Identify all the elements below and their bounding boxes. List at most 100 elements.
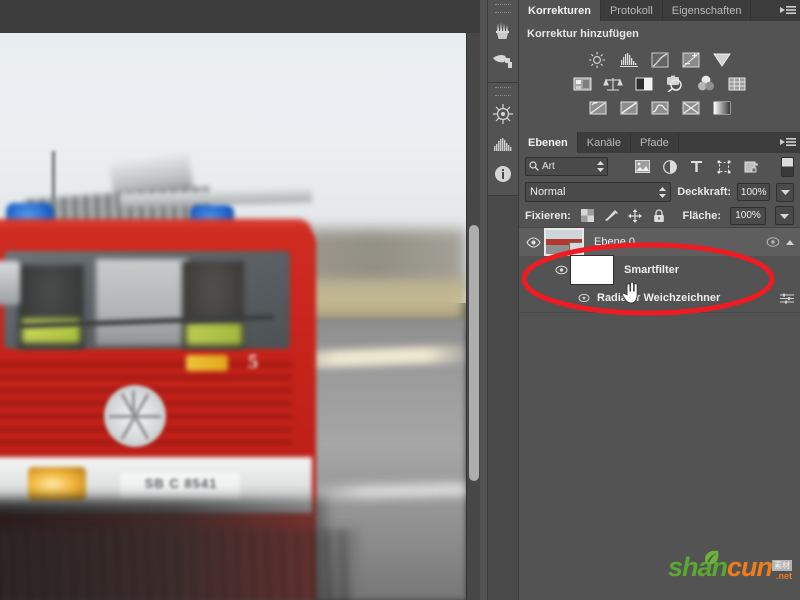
adjustment-row-1: [519, 50, 800, 69]
photoshop-window: 5 SB C 8541 Korrekturen Protokoll Eigens…: [0, 0, 800, 600]
color-balance-icon[interactable]: [602, 74, 624, 93]
gradient-map-icon[interactable]: [711, 98, 733, 117]
lock-all-icon[interactable]: [652, 208, 667, 223]
adjustment-icon-grid: [519, 40, 800, 117]
smartfilter-visibility-eye-icon[interactable]: [553, 262, 570, 278]
dock-grip-2[interactable]: [495, 87, 511, 96]
lock-position-icon[interactable]: [628, 208, 643, 223]
layer-row-radial-blur[interactable]: Radialer Weichzeichner: [519, 284, 800, 312]
document-image[interactable]: 5 SB C 8541: [0, 33, 466, 600]
filter-shape-icon[interactable]: [715, 158, 732, 175]
filter-pixel-icon[interactable]: [634, 158, 651, 175]
tab-eigenschaften[interactable]: Eigenschaften: [662, 0, 752, 21]
image-hiviz-right: [186, 323, 242, 345]
filter-smartobject-icon[interactable]: [742, 158, 759, 175]
image-truck-logo: [186, 355, 228, 371]
layers-panel-tabs[interactable]: Ebenen Kanäle Pfade: [519, 132, 800, 153]
blend-mode-value: Normal: [530, 186, 566, 198]
radial-blur-right-controls: [779, 284, 794, 312]
brightness-contrast-icon[interactable]: [587, 50, 609, 69]
image-truck-number: 5: [248, 351, 258, 373]
tab-ebenen[interactable]: Ebenen: [519, 132, 578, 153]
layers-panel-body: Art Normal Deckkraft: 100% Fixieren: Flä…: [519, 153, 800, 333]
layer-list[interactable]: Ebene 0 Smartfilter Radialer Weichzeichn…: [519, 227, 800, 333]
brush-icon[interactable]: [488, 46, 518, 76]
layer-list-empty-area[interactable]: [519, 312, 800, 333]
layer-visibility-eye-icon[interactable]: [525, 234, 542, 250]
fill-value[interactable]: 100%: [730, 206, 766, 225]
fill-dropdown-button[interactable]: [775, 206, 794, 225]
layers-panel-menu-icon[interactable]: [780, 136, 796, 149]
layer-thumbnail[interactable]: [544, 228, 584, 256]
exposure-icon[interactable]: [680, 50, 702, 69]
opacity-dropdown-button[interactable]: [776, 182, 794, 202]
search-icon: [529, 158, 539, 176]
dock-group-navigator: [488, 83, 518, 196]
filter-enable-toggle[interactable]: [781, 156, 794, 177]
lock-transparency-icon[interactable]: [580, 208, 595, 223]
channel-mixer-icon[interactable]: [695, 74, 717, 93]
adjustment-row-2: [519, 74, 800, 93]
layer-blend-row: Normal Deckkraft: 100%: [519, 180, 800, 204]
curves-icon[interactable]: [649, 50, 671, 69]
layer-lock-row: Fixieren: Fläche: 100%: [519, 204, 800, 227]
vibrance-icon[interactable]: [711, 50, 733, 69]
leaf-icon: [702, 550, 720, 566]
image-truck-headlight: [28, 467, 86, 501]
threshold-icon[interactable]: [649, 98, 671, 117]
watermark-badge: 素材: [772, 560, 792, 571]
lock-image-icon[interactable]: [604, 208, 619, 223]
tab-pfade[interactable]: Pfade: [631, 132, 679, 153]
hue-saturation-icon[interactable]: [571, 74, 593, 93]
tab-korrekturen[interactable]: Korrekturen: [519, 0, 601, 21]
opacity-value[interactable]: 100%: [737, 183, 771, 201]
layer-filter-kind-select[interactable]: Art: [525, 157, 608, 176]
lock-label: Fixieren:: [525, 209, 571, 222]
tab-kanaele-label: Kanäle: [586, 136, 621, 149]
blend-mode-spinner[interactable]: [659, 186, 667, 198]
filter-type-icon[interactable]: [688, 158, 705, 175]
brush-presets-icon[interactable]: [488, 16, 518, 46]
histogram-icon[interactable]: [488, 129, 518, 159]
opacity-label: Deckkraft:: [677, 186, 732, 198]
smart-filter-visibility-icon[interactable]: [765, 235, 780, 249]
photo-filter-icon[interactable]: [664, 74, 686, 93]
layer-filter-kind-spinner[interactable]: [597, 161, 604, 172]
adjustments-panel-tabs[interactable]: Korrekturen Protokoll Eigenschaften: [519, 0, 800, 21]
tab-korrekturen-label: Korrekturen: [528, 4, 591, 17]
image-truck-antenna: [52, 151, 55, 201]
fill-label: Fläche:: [682, 209, 721, 222]
selective-color-icon[interactable]: [680, 98, 702, 117]
dock-grip[interactable]: [495, 4, 511, 13]
blend-mode-select[interactable]: Normal: [525, 182, 672, 202]
posterize-icon[interactable]: [618, 98, 640, 117]
document-top-strip: [0, 0, 480, 33]
black-white-icon[interactable]: [633, 74, 655, 93]
filter-adjustment-icon[interactable]: [661, 158, 678, 175]
image-side-mirror: [0, 261, 20, 305]
watermark-part2: cun: [727, 552, 773, 582]
levels-icon[interactable]: [618, 50, 640, 69]
document-canvas-area[interactable]: 5 SB C 8541: [0, 0, 480, 600]
color-lookup-icon[interactable]: [726, 74, 748, 93]
layer-row-ebene-0[interactable]: Ebene 0: [519, 228, 800, 256]
tab-kanaele[interactable]: Kanäle: [577, 132, 631, 153]
radial-blur-visibility-eye-icon[interactable]: [575, 290, 592, 306]
layer-row-smartfilter[interactable]: Smartfilter: [519, 255, 800, 285]
navigator-icon[interactable]: [488, 99, 518, 129]
image-road-spray-streaks: [0, 529, 356, 600]
document-scrollbar-thumb[interactable]: [469, 225, 479, 481]
adjustments-panel-menu-icon[interactable]: [780, 4, 796, 17]
expand-caret-icon[interactable]: [786, 239, 794, 245]
smartfilter-label: Smartfilter: [624, 264, 680, 276]
dock-group-brushes: [488, 0, 518, 83]
info-icon[interactable]: [488, 159, 518, 189]
smartfilter-mask-thumbnail[interactable]: [570, 255, 614, 285]
tab-protokoll-label: Protokoll: [609, 4, 653, 17]
right-panel-column: Korrekturen Protokoll Eigenschaften Korr…: [519, 0, 800, 600]
invert-icon[interactable]: [587, 98, 609, 117]
filter-blending-options-icon[interactable]: [779, 292, 794, 304]
document-vertical-scrollbar[interactable]: [466, 33, 480, 600]
collapsed-panel-dock[interactable]: [487, 0, 519, 600]
tab-protokoll[interactable]: Protokoll: [600, 0, 663, 21]
